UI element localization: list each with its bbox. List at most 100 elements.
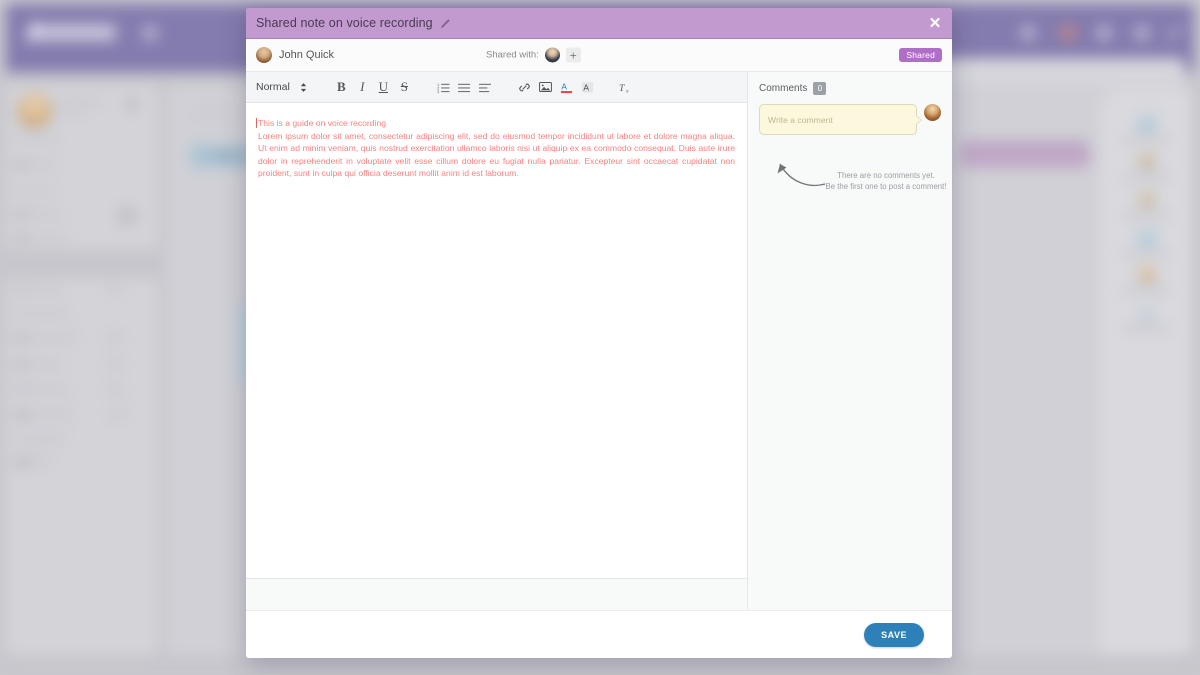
notification-icon (1060, 25, 1076, 41)
clear-format-icon[interactable]: T x (617, 78, 636, 97)
paragraph-style-select[interactable]: Normal (256, 81, 313, 93)
add-share-button[interactable]: + (565, 47, 581, 63)
note-modal: Shared note on voice recording ✕ John Qu… (246, 8, 952, 658)
background-pill (13, 185, 56, 196)
background-avatar (1138, 190, 1156, 208)
svg-text:A: A (583, 82, 589, 92)
background-bullet (17, 457, 27, 467)
background-pill (1120, 172, 1172, 184)
app-logo (34, 24, 116, 41)
background-accent-pill (960, 140, 1090, 168)
background-avatar (1138, 228, 1156, 246)
comment-input-wrap (759, 104, 922, 135)
modal-body: Normal B I U S 1 2 3 A A T x This is a g… (246, 72, 952, 610)
background-pill (1120, 134, 1172, 146)
editor-toolbar: Normal B I U S 1 2 3 A A T x (246, 72, 747, 103)
background-bullet (17, 210, 26, 219)
editor-footer-strip (246, 578, 747, 610)
background-avatar (1138, 265, 1156, 283)
chevron-updown-icon (300, 82, 307, 93)
text-color-icon[interactable]: A (557, 78, 576, 97)
grid-icon (1096, 25, 1112, 41)
close-icon[interactable]: ✕ (926, 14, 944, 32)
link-icon[interactable] (515, 78, 534, 97)
background-bullet (19, 386, 25, 392)
save-button[interactable]: SAVE (864, 622, 924, 647)
comment-input[interactable] (759, 104, 917, 135)
background-pill (13, 433, 67, 446)
align-icon[interactable] (476, 78, 495, 97)
comments-empty-text: There are no comments yet. Be the first … (811, 170, 952, 193)
modal-footer: SAVE (246, 610, 952, 658)
image-icon[interactable] (536, 78, 555, 97)
highlight-color-icon[interactable]: A (578, 78, 597, 97)
modal-titlebar: Shared note on voice recording ✕ (246, 8, 952, 39)
bold-icon[interactable]: B (332, 78, 351, 97)
note-heading: This is a guide on voice recording (258, 118, 387, 128)
note-editor-surface[interactable]: This is a guide on voice recording Lorem… (246, 103, 747, 578)
ordered-list-icon[interactable]: 1 2 3 (434, 78, 453, 97)
background-bullet (1104, 93, 1109, 98)
topbar-menu-icon (142, 25, 158, 41)
background-pill (56, 110, 86, 118)
modal-subbar: John Quick Shared with: + Shared (246, 39, 952, 72)
background-avatar (1138, 114, 1156, 132)
avatar (256, 47, 272, 63)
svg-text:3: 3 (437, 90, 439, 93)
background-avatar (17, 93, 52, 128)
background-pill (104, 331, 126, 345)
shared-with-group: Shared with: + (486, 47, 581, 63)
background-pill (13, 134, 61, 145)
note-paragraph: Lorem ipsum dolor sit amet, consectetur … (258, 131, 735, 178)
svg-text:x: x (625, 88, 629, 94)
apps-icon (1134, 25, 1150, 41)
background-bullet (17, 334, 26, 343)
italic-icon[interactable]: I (353, 78, 372, 97)
comments-count-badge: 0 (813, 82, 827, 95)
note-content: This is a guide on voice recording Lorem… (256, 117, 735, 179)
background-pill (104, 357, 126, 371)
text-caret (256, 118, 257, 128)
background-pill (192, 106, 238, 121)
background-pill (212, 152, 242, 161)
avatar (924, 104, 941, 121)
background-pill (104, 283, 126, 296)
background-bullet (17, 161, 26, 170)
background-pill (1120, 322, 1172, 334)
comments-title: Comments (759, 83, 808, 94)
svg-text:T: T (619, 82, 625, 93)
background-pill (56, 96, 104, 107)
background-bullet (17, 234, 26, 243)
background-icon (124, 96, 140, 112)
comments-empty-line-1: There are no comments yet. (837, 171, 935, 180)
search-icon (1020, 25, 1036, 41)
unordered-list-icon[interactable] (455, 78, 474, 97)
edit-icon (1166, 24, 1183, 42)
editor-column: Normal B I U S 1 2 3 A A T x This is a g… (246, 72, 748, 610)
background-bullet (17, 410, 27, 420)
comments-header: Comments 0 (759, 82, 941, 95)
owner-name: John Quick (279, 49, 335, 61)
comment-compose-row (759, 104, 941, 135)
paragraph-style-value: Normal (256, 81, 290, 93)
background-pill (1120, 210, 1172, 222)
background-bullet (19, 287, 24, 292)
comments-column: Comments 0 There are no comm (748, 72, 952, 610)
background-bullet (17, 360, 26, 369)
strikethrough-icon[interactable]: S (395, 78, 414, 97)
comments-empty-state: There are no comments yet. Be the first … (759, 148, 946, 208)
background-pill (13, 308, 71, 320)
background-pill (106, 407, 130, 422)
avatar[interactable] (544, 47, 560, 63)
background-pill (1120, 285, 1172, 297)
background-avatar (1138, 152, 1156, 170)
note-owner: John Quick (256, 47, 334, 63)
pencil-icon[interactable] (440, 18, 451, 29)
shared-with-label: Shared with: (486, 49, 539, 61)
svg-text:A: A (561, 81, 567, 91)
background-icon (116, 205, 138, 227)
comments-empty-line-2: Be the first one to post a comment! (825, 182, 947, 192)
underline-icon[interactable]: U (374, 78, 393, 97)
background-pill (104, 382, 126, 396)
page-title: Shared note on voice recording (256, 16, 433, 30)
